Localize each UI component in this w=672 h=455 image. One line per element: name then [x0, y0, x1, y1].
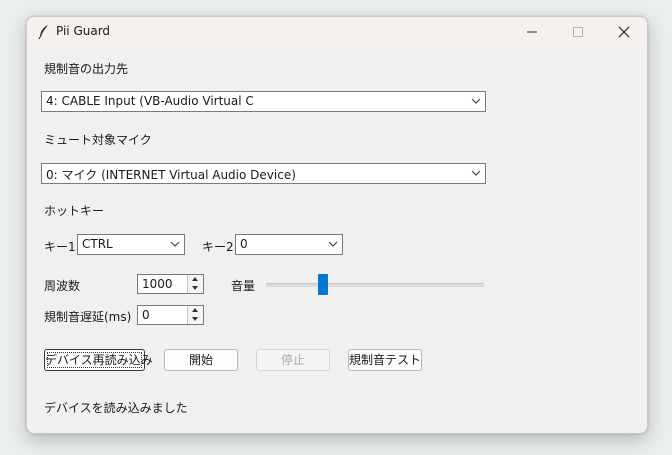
focus-ring [47, 352, 142, 368]
output-device-value: 4: CABLE Input (VB-Audio Virtual C [46, 94, 254, 108]
start-button[interactable]: 開始 [164, 349, 238, 371]
stop-label: 停止 [280, 353, 305, 367]
output-device-select[interactable]: 4: CABLE Input (VB-Audio Virtual C [41, 91, 486, 112]
chevron-down-icon [170, 241, 180, 247]
close-icon [618, 26, 630, 38]
delay-decrement-button[interactable] [187, 315, 203, 324]
frequency-spinbox[interactable]: 1000 [137, 274, 204, 294]
volume-slider-track[interactable] [266, 283, 484, 287]
volume-slider-thumb[interactable] [318, 274, 328, 295]
arrow-down-icon [192, 317, 198, 321]
status-text: デバイスを読み込みました [44, 401, 188, 415]
mute-mic-select[interactable]: 0: マイク (INTERNET Virtual Audio Device) [41, 163, 486, 184]
delay-value: 0 [142, 308, 150, 322]
app-window: Pii Guard 規制音の出力先 4: CABLE Input (VB-Aud… [26, 16, 648, 434]
output-device-label: 規制音の出力先 [44, 62, 129, 76]
reload-devices-button[interactable]: デバイス再読み込み [44, 349, 153, 371]
mute-mic-value: 0: マイク (INTERNET Virtual Audio Device) [46, 168, 296, 182]
frequency-decrement-button[interactable] [187, 284, 203, 293]
delay-spinbox[interactable]: 0 [137, 305, 204, 325]
feather-icon [38, 25, 48, 40]
key2-value: 0 [240, 237, 248, 251]
chevron-down-icon [471, 170, 481, 176]
maximize-icon [573, 27, 583, 37]
key1-select[interactable]: CTRL [77, 234, 185, 255]
test-sound-label: 規制音テスト [349, 353, 422, 367]
delay-label: 規制音遅延(ms) [44, 310, 132, 324]
arrow-up-icon [192, 277, 198, 281]
hotkey-label: ホットキー [44, 204, 105, 218]
key2-select[interactable]: 0 [235, 234, 343, 255]
frequency-value: 1000 [142, 277, 173, 291]
chevron-down-icon [328, 241, 338, 247]
key1-label: キー1 [44, 240, 76, 254]
stop-button[interactable]: 停止 [256, 349, 330, 371]
start-label: 開始 [188, 353, 213, 367]
chevron-down-icon [471, 98, 481, 104]
key2-label: キー2 [202, 240, 234, 254]
close-button[interactable] [601, 17, 647, 47]
arrow-up-icon [192, 308, 198, 312]
frequency-label: 周波数 [44, 279, 81, 293]
arrow-down-icon [192, 286, 198, 290]
minimize-button[interactable] [509, 17, 555, 47]
window-title: Pii Guard [56, 24, 111, 38]
minimize-icon [527, 31, 537, 33]
mute-mic-label: ミュート対象マイク [44, 133, 152, 147]
volume-label: 音量 [231, 279, 256, 293]
key1-value: CTRL [82, 237, 113, 251]
title-bar[interactable]: Pii Guard [27, 17, 647, 47]
test-sound-button[interactable]: 規制音テスト [348, 349, 422, 371]
maximize-button[interactable] [555, 17, 601, 47]
